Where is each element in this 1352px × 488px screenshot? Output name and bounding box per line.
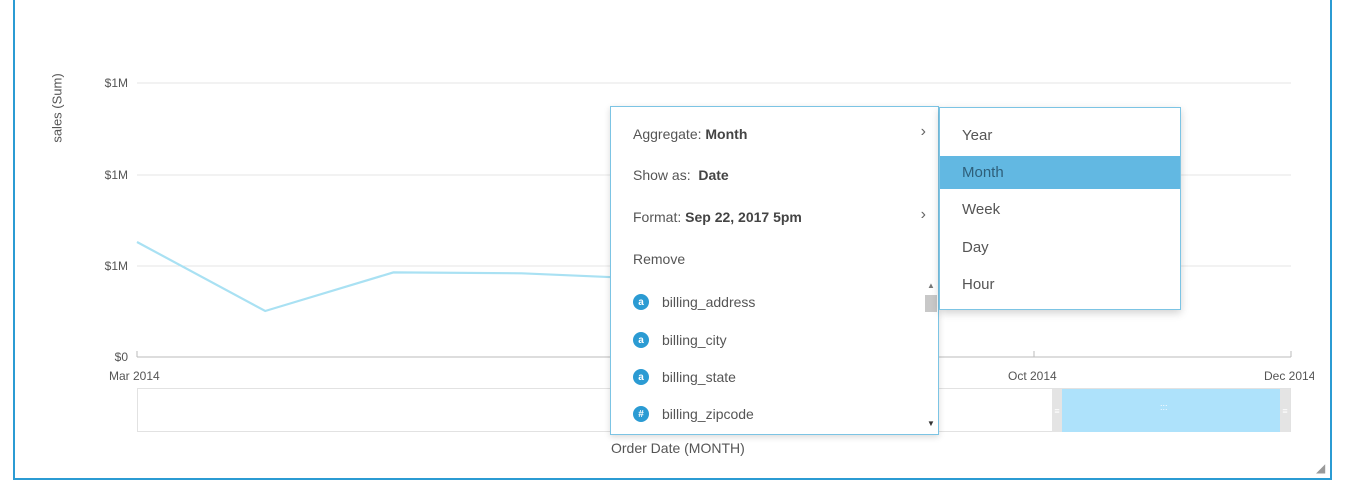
- brush-grip-icon: :::: [1160, 402, 1168, 412]
- menu-item-remove[interactable]: Remove: [633, 251, 685, 267]
- field-name: billing_zipcode: [662, 406, 754, 422]
- menu-item-format[interactable]: Format: Sep 22, 2017 5pm: [633, 209, 802, 225]
- resize-handle-icon[interactable]: ◢: [1316, 461, 1325, 475]
- show-as-label: Show as:: [633, 167, 691, 183]
- x-tick-label: Mar 2014: [109, 369, 160, 383]
- field-item-billing-state[interactable]: a billing_state: [633, 366, 736, 388]
- y-tick-label: $1M: [104, 259, 128, 273]
- submenu-item-day[interactable]: Day: [940, 231, 1180, 264]
- field-item-billing-zipcode[interactable]: # billing_zipcode: [633, 403, 754, 425]
- y-tick-label: $1M: [104, 168, 128, 182]
- scrollbar-thumb[interactable]: [925, 295, 937, 312]
- show-as-value: Date: [698, 167, 729, 183]
- format-label: Format:: [633, 209, 682, 225]
- brush-right-handle[interactable]: ≡: [1280, 389, 1290, 432]
- y-axis-label: sales (Sum): [49, 73, 65, 143]
- scroll-up-arrow-icon[interactable]: ▲: [927, 281, 935, 290]
- x-axis-label: Order Date (MONTH): [611, 440, 745, 456]
- chevron-right-icon: ›: [920, 206, 926, 223]
- field-context-menu: Aggregate: Month › Show as: Date Format:…: [610, 106, 939, 435]
- y-tick-label: $0: [114, 350, 128, 364]
- field-item-billing-city[interactable]: a billing_city: [633, 329, 727, 351]
- submenu-item-hour[interactable]: Hour: [940, 268, 1180, 301]
- brush-left-handle[interactable]: ≡: [1052, 389, 1062, 432]
- field-list-scrollbar[interactable]: ▲ ▼: [924, 281, 937, 428]
- submenu-item-year[interactable]: Year: [940, 119, 1180, 152]
- chevron-right-icon: ›: [920, 123, 926, 140]
- submenu-item-week[interactable]: Week: [940, 193, 1180, 226]
- y-tick-label: $1M: [104, 76, 128, 90]
- aggregate-value: Month: [705, 126, 748, 142]
- submenu-item-month[interactable]: Month: [940, 156, 1180, 189]
- scroll-down-arrow-icon[interactable]: ▼: [927, 419, 935, 428]
- aggregate-submenu: Year Month Week Day Hour: [939, 107, 1181, 310]
- x-tick-label: Dec 2014: [1264, 369, 1314, 383]
- text-type-icon: a: [633, 332, 649, 348]
- x-tick-label: Oct 2014: [1008, 369, 1057, 383]
- text-type-icon: a: [633, 369, 649, 385]
- number-type-icon: #: [633, 406, 649, 422]
- format-value: Sep 22, 2017 5pm: [685, 209, 802, 225]
- field-name: billing_address: [662, 294, 756, 310]
- field-name: billing_state: [662, 369, 736, 385]
- menu-item-aggregate[interactable]: Aggregate: Month: [633, 126, 747, 142]
- aggregate-label: Aggregate:: [633, 126, 702, 142]
- menu-item-show-as[interactable]: Show as: Date: [633, 167, 729, 183]
- text-type-icon: a: [633, 294, 649, 310]
- range-brush-selection[interactable]: [1061, 389, 1280, 432]
- field-name: billing_city: [662, 332, 727, 348]
- field-item-billing-address[interactable]: a billing_address: [633, 291, 755, 313]
